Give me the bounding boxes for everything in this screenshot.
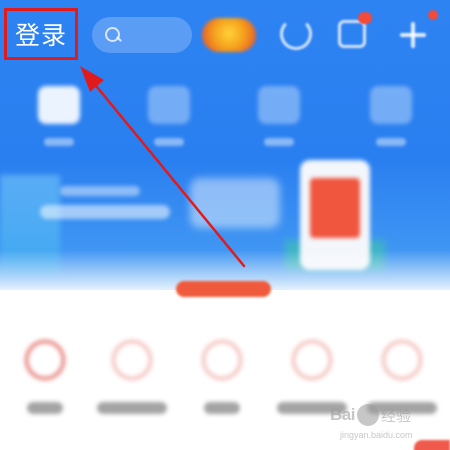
watermark-url: jingyan.baidu.com: [340, 430, 413, 440]
message-badge: [358, 12, 372, 24]
service-icon: [382, 340, 422, 380]
piggy-bank-icon: [25, 340, 65, 380]
watermark-suffix: 经验: [380, 406, 411, 425]
shortcut-2[interactable]: [142, 86, 196, 156]
banner-caption: [60, 186, 140, 196]
banner-phone-screen: [310, 178, 360, 238]
service-icon: [292, 340, 332, 380]
service-item-2[interactable]: [92, 340, 172, 420]
shortcut-icon: [148, 86, 190, 124]
banner-rate: [190, 178, 280, 228]
watermark-brand: Bai: [330, 405, 355, 424]
banner-headline: [40, 205, 170, 219]
plus-icon[interactable]: [400, 22, 426, 48]
app-screen: 登录 Bai 经验 jingyan.baidu.com: [0, 0, 450, 450]
service-item-1[interactable]: [5, 340, 85, 420]
shortcut-icon: [370, 86, 412, 124]
banner-buildings-image: [0, 175, 60, 275]
service-item-3[interactable]: [182, 340, 262, 420]
card-icon: [38, 86, 80, 124]
shortcut-icon: [258, 86, 300, 124]
banner-indicator[interactable]: [176, 281, 271, 297]
refresh-icon[interactable]: [280, 18, 312, 50]
watermark: Bai 经验: [330, 400, 450, 430]
promo-badge-icon[interactable]: [202, 18, 256, 52]
shortcut-4[interactable]: [364, 86, 418, 156]
search-bar[interactable]: [92, 17, 192, 53]
message-icon[interactable]: [338, 20, 366, 48]
shortcut-label: [376, 138, 406, 146]
login-highlight-box[interactable]: 登录: [4, 8, 78, 60]
paw-icon: [356, 404, 379, 426]
service-icon: [202, 340, 242, 380]
shortcut-3[interactable]: [252, 86, 306, 156]
floating-button[interactable]: [414, 440, 450, 450]
service-label: [27, 402, 63, 414]
shortcut-label: [154, 138, 184, 146]
shortcut-label: [264, 138, 294, 146]
login-button[interactable]: 登录: [15, 16, 67, 52]
shortcut-account[interactable]: [32, 86, 86, 156]
plus-badge: [428, 10, 438, 20]
service-label: [97, 402, 167, 414]
service-icon: [112, 340, 152, 380]
service-label: [204, 402, 240, 414]
shortcut-label: [44, 138, 74, 146]
search-icon: [104, 26, 122, 44]
